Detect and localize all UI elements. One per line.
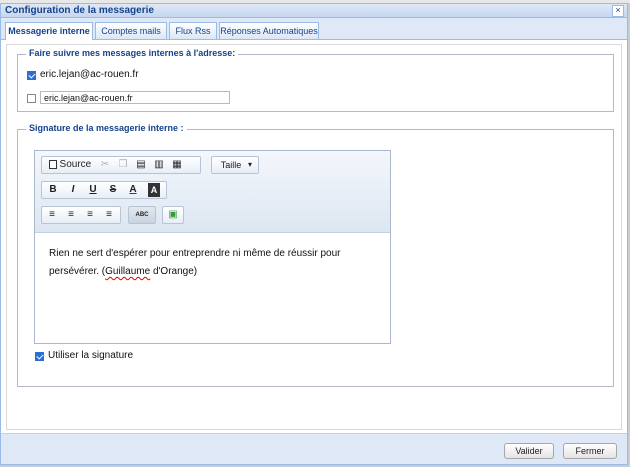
forward-email-field[interactable] xyxy=(40,91,230,104)
use-signature-label: Utiliser la signature xyxy=(48,350,134,361)
strike-button[interactable]: S xyxy=(106,183,120,197)
toolbar-group-align: ≡ ≡ ≡ ≡ xyxy=(41,206,121,224)
validate-button[interactable]: Valider xyxy=(504,443,554,459)
forward-legend: Faire suivre mes messages internes à l'a… xyxy=(26,48,239,58)
tab-panel: Faire suivre mes messages internes à l'a… xyxy=(6,44,622,430)
tab-flux-rss[interactable]: Flux Rss xyxy=(169,22,217,39)
tab-reponses-automatiques[interactable]: Réponses Automatiques xyxy=(219,22,319,39)
use-signature-checkbox[interactable] xyxy=(35,352,44,361)
image-icon: ▣ xyxy=(168,209,178,220)
size-dropdown[interactable]: Taille ▾ xyxy=(211,156,259,174)
source-button[interactable]: Source xyxy=(46,158,94,172)
forward-option2-checkbox[interactable] xyxy=(27,94,36,103)
italic-button[interactable]: I xyxy=(66,183,80,197)
source-icon xyxy=(48,159,57,169)
text-color-button[interactable]: A xyxy=(126,183,140,197)
underline-button[interactable]: U xyxy=(86,183,100,197)
close-button[interactable]: Fermer xyxy=(563,443,617,459)
signature-editor: Source ✂ ❐ ▤ ▥ ▦ Taille ▾ B I U S A A ≡ … xyxy=(34,150,391,344)
window-title: Configuration de la messagerie xyxy=(5,5,154,16)
forward-fieldset: Faire suivre mes messages internes à l'a… xyxy=(17,48,614,112)
config-window: Configuration de la messagerie × Message… xyxy=(0,3,628,465)
size-label: Taille xyxy=(220,160,242,170)
tab-comptes-mails[interactable]: Comptes mails xyxy=(95,22,167,39)
copy-icon[interactable]: ❐ xyxy=(116,158,130,172)
align-right-icon[interactable]: ≡ xyxy=(83,208,97,222)
paste-word-icon[interactable]: ▦ xyxy=(170,158,184,172)
signature-misspelled-word: Guillaume xyxy=(105,266,151,277)
dialog-footer: Valider Fermer xyxy=(1,433,627,464)
forward-option1-checkbox[interactable] xyxy=(27,71,36,80)
bg-color-button[interactable]: A xyxy=(148,183,160,197)
window-titlebar[interactable]: Configuration de la messagerie × xyxy=(1,4,627,18)
signature-legend: Signature de la messagerie interne : xyxy=(26,123,187,133)
forward-option1-label: eric.lejan@ac-rouen.fr xyxy=(40,69,139,80)
signature-text-area[interactable]: Rien ne sert d'espérer pour entreprendre… xyxy=(49,245,369,281)
spellcheck-icon: ABC xyxy=(135,212,149,218)
source-label: Source xyxy=(59,159,92,170)
image-button[interactable]: ▣ xyxy=(162,206,184,224)
close-icon[interactable]: × xyxy=(612,5,624,17)
align-center-icon[interactable]: ≡ xyxy=(64,208,78,222)
paste-text-icon[interactable]: ▥ xyxy=(152,158,166,172)
signature-text-end: d'Orange) xyxy=(150,266,198,277)
justify-icon[interactable]: ≡ xyxy=(102,208,116,222)
paste-icon[interactable]: ▤ xyxy=(134,158,148,172)
tab-messagerie-interne[interactable]: Messagerie interne xyxy=(5,22,93,40)
spellcheck-button[interactable]: ABC xyxy=(128,206,156,224)
toolbar-group-format: B I U S A A xyxy=(41,181,167,199)
bold-button[interactable]: B xyxy=(46,183,60,197)
toolbar-group-document: Source ✂ ❐ ▤ ▥ ▦ xyxy=(41,156,201,174)
tab-strip: Messagerie interne Comptes mails Flux Rs… xyxy=(1,18,627,40)
cut-icon[interactable]: ✂ xyxy=(98,158,112,172)
align-left-icon[interactable]: ≡ xyxy=(45,208,59,222)
editor-toolbar: Source ✂ ❐ ▤ ▥ ▦ Taille ▾ B I U S A A ≡ … xyxy=(35,151,390,233)
chevron-down-icon: ▾ xyxy=(247,160,252,169)
